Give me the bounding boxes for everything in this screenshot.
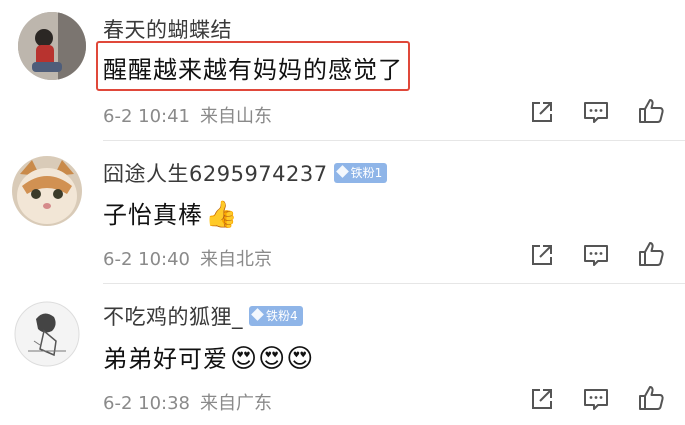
comment-text: 弟弟好可爱😍😍😍 [103,339,314,374]
comment-item: 囧途人生6295974237 铁粉1 子怡真棒👍 6-2 10:40 来自北京 [0,140,685,283]
fan-badge-label: 铁粉4 [266,309,298,323]
location: 来自广东 [200,393,272,414]
reply-button[interactable] [581,240,611,270]
avatar[interactable] [14,301,80,367]
timestamp: 6-2 10:38 [103,393,190,414]
location: 来自北京 [200,249,272,270]
comment-text: 醒醒越来越有妈妈的感觉了 [103,50,403,85]
diamond-icon [251,308,264,321]
like-button[interactable] [636,239,666,269]
comment-meta: 6-2 10:41 来自山东 [103,102,272,128]
comment-text-body: 子怡真棒 [103,201,203,229]
avatar[interactable] [12,156,82,226]
share-button[interactable] [527,240,557,270]
avatar-photo-icon [18,12,86,80]
thumbs-up-emoji: 👍 [205,200,239,230]
comment-item: 不吃鸡的狐狸_ 铁粉4 弟弟好可爱😍😍😍 6-2 10:38 来自广东 [0,283,685,425]
avatar[interactable] [18,12,86,80]
comment-text: 子怡真棒👍 [103,195,238,230]
reply-button[interactable] [581,97,611,127]
username[interactable]: 不吃鸡的狐狸_ 铁粉4 [103,301,303,331]
location: 来自山东 [200,106,272,127]
fan-badge: 铁粉4 [249,306,303,326]
comment-meta: 6-2 10:38 来自广东 [103,389,272,415]
fan-badge-label: 铁粉1 [350,166,383,180]
username-text: 不吃鸡的狐狸_ [103,305,243,329]
username-text: 囧途人生6295974237 [103,162,328,186]
username[interactable]: 春天的蝴蝶结 [103,14,232,44]
share-icon [532,102,552,122]
comment-meta: 6-2 10:40 来自北京 [103,245,272,271]
like-icon [639,242,664,266]
like-button[interactable] [636,383,666,413]
fan-badge: 铁粉1 [333,163,388,183]
timestamp: 6-2 10:40 [103,249,190,270]
comment-text-body: 醒醒越来越有妈妈的感觉了 [103,56,403,84]
reply-button[interactable] [581,384,611,414]
timestamp: 6-2 10:41 [103,106,190,127]
avatar-sketch-icon [14,301,80,367]
share-button[interactable] [527,384,557,414]
comment-icon [584,102,608,123]
diamond-icon [335,165,349,178]
like-icon [639,386,664,410]
comment-icon [584,389,608,410]
heart-eyes-emoji: 😍😍😍 [230,344,315,374]
username[interactable]: 囧途人生6295974237 铁粉1 [103,158,388,188]
comment-text-body: 弟弟好可爱 [103,345,228,373]
comment-icon [584,245,608,266]
share-icon [532,245,552,265]
like-button[interactable] [636,96,666,126]
comment-item: 春天的蝴蝶结 醒醒越来越有妈妈的感觉了 6-2 10:41 来自山东 [0,0,685,140]
share-icon [532,389,552,409]
share-button[interactable] [527,97,557,127]
like-icon [639,99,664,123]
avatar-cat-icon [12,156,82,226]
